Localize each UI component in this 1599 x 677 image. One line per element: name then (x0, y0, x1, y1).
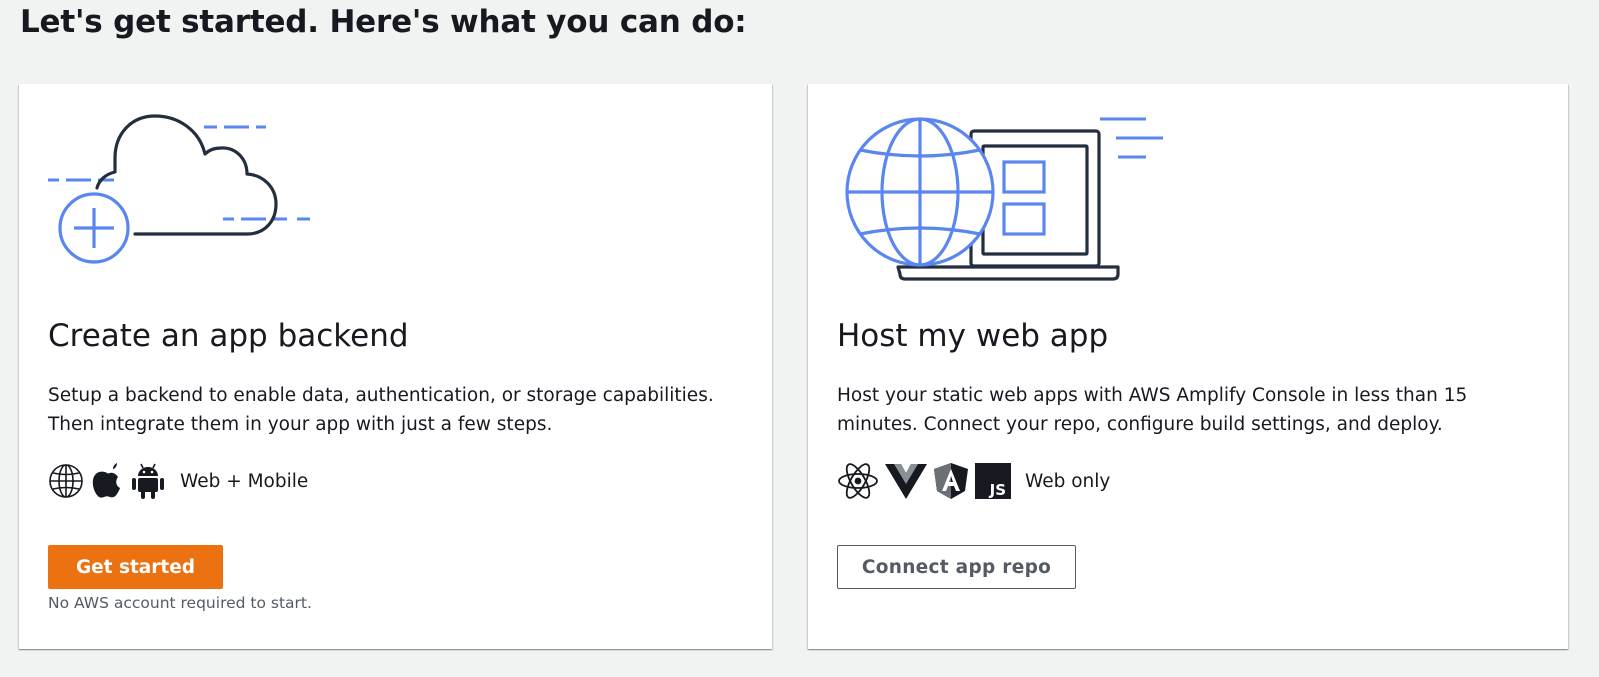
create-backend-card: Create an app backend Setup a backend to… (19, 84, 772, 649)
angular-icon (933, 462, 969, 500)
cloud-add-illustration (48, 114, 310, 264)
get-started-button[interactable]: Get started (48, 545, 223, 589)
android-icon (130, 462, 166, 500)
connect-app-repo-button[interactable]: Connect app repo (837, 545, 1076, 589)
vue-icon (885, 463, 927, 499)
card-title: Host my web app (837, 318, 1109, 354)
card-description: Host your static web apps with AWS Ampli… (837, 385, 1468, 435)
react-icon (837, 462, 879, 500)
apple-icon (90, 463, 124, 499)
platform-label: Web only (1025, 470, 1111, 492)
platform-row: JS Web only (837, 461, 1110, 501)
platform-label: Web + Mobile (180, 470, 309, 492)
no-account-hint: No AWS account required to start. (48, 594, 312, 612)
platform-row: Web + Mobile (48, 461, 308, 501)
javascript-icon: JS (975, 463, 1011, 499)
page-title: Let's get started. Here's what you can d… (20, 4, 747, 40)
card-description: Setup a backend to enable data, authenti… (48, 385, 714, 435)
card-title: Create an app backend (48, 318, 409, 354)
svg-text:JS: JS (989, 481, 1006, 499)
host-web-app-card: Host my web app Host your static web app… (808, 84, 1568, 649)
globe-icon (48, 463, 84, 499)
globe-laptop-illustration (845, 117, 1163, 281)
